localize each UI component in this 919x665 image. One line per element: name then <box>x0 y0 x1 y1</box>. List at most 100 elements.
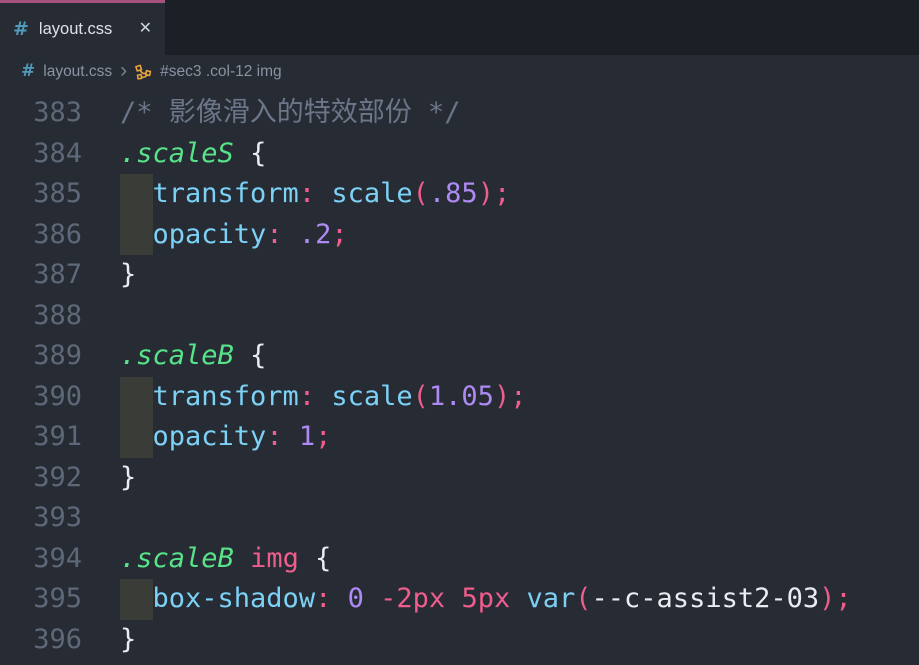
css-file-icon: # <box>13 20 29 39</box>
code-line[interactable]: 389 .scaleB { <box>0 336 919 377</box>
code-line[interactable]: 384 .scaleS { <box>0 134 919 175</box>
code-line[interactable]: 388 <box>0 296 919 337</box>
code-line-content[interactable]: opacity: .2; <box>120 215 348 256</box>
code-token: ) <box>478 178 494 209</box>
code-line-content[interactable]: transform: scale(.85); <box>120 174 510 215</box>
code-token <box>234 138 250 169</box>
css-rule-symbol-icon <box>135 64 152 81</box>
tab-label: layout.css <box>39 20 112 39</box>
code-token: } <box>120 462 136 493</box>
line-number[interactable]: 396 <box>0 620 82 661</box>
line-number[interactable]: 383 <box>0 93 82 134</box>
selected-whitespace <box>120 377 153 418</box>
code-token <box>299 543 315 574</box>
line-number[interactable]: 392 <box>0 458 82 499</box>
line-number[interactable]: 395 <box>0 579 82 620</box>
code-line-content[interactable]: } <box>120 620 136 661</box>
code-line[interactable]: 394 .scaleB img { <box>0 539 919 580</box>
line-number[interactable]: 384 <box>0 134 82 175</box>
code-token: ) <box>494 381 510 412</box>
code-token: ) <box>819 583 835 614</box>
selected-whitespace <box>120 174 153 215</box>
code-token <box>234 543 250 574</box>
code-token: ; <box>835 583 851 614</box>
close-icon[interactable]: ✕ <box>139 21 152 37</box>
code-token: opacity <box>153 421 267 452</box>
code-token: transform <box>153 381 299 412</box>
breadcrumb-file[interactable]: layout.css <box>43 63 112 81</box>
code-token: ; <box>315 421 331 452</box>
code-line-content[interactable]: } <box>120 255 136 296</box>
code-token: ( <box>575 583 591 614</box>
line-number[interactable]: 394 <box>0 539 82 580</box>
code-line-content[interactable]: box-shadow: 0 -2px 5px var(--c-assist2-0… <box>120 579 852 620</box>
code-token: ; <box>510 381 526 412</box>
code-line-content[interactable]: .scaleS { <box>120 134 266 175</box>
code-token <box>364 583 380 614</box>
code-token: /* 影像滑入的特效部份 */ <box>120 97 461 128</box>
code-token: img <box>250 543 299 574</box>
code-token <box>510 583 526 614</box>
tab-layout-css[interactable]: # layout.css ✕ <box>0 0 165 55</box>
code-token: var <box>526 583 575 614</box>
line-number[interactable]: 390 <box>0 377 82 418</box>
line-number[interactable]: 391 <box>0 417 82 458</box>
chevron-right-icon: › <box>120 60 127 81</box>
code-token: : <box>299 381 315 412</box>
code-token <box>283 421 299 452</box>
code-token: .2 <box>299 219 332 250</box>
code-line[interactable]: 386 opacity: .2; <box>0 215 919 256</box>
code-token: 1.05 <box>429 381 494 412</box>
code-token: -2px <box>380 583 445 614</box>
code-token: .scaleB <box>120 340 234 371</box>
code-token: box-shadow <box>153 583 316 614</box>
line-number[interactable]: 388 <box>0 296 82 337</box>
code-line-content[interactable]: .scaleB { <box>120 336 266 377</box>
code-token: --c-assist2-03 <box>592 583 820 614</box>
code-token <box>315 178 331 209</box>
code-line[interactable]: 395 box-shadow: 0 -2px 5px var(--c-assis… <box>0 579 919 620</box>
code-editor[interactable]: 383/* 影像滑入的特效部份 */384.scaleS {385 transf… <box>0 88 919 665</box>
line-number[interactable]: 387 <box>0 255 82 296</box>
selected-whitespace <box>120 417 153 458</box>
code-line-content[interactable]: } <box>120 458 136 499</box>
code-token: 5px <box>461 583 510 614</box>
tab-bar: # layout.css ✕ <box>0 0 919 55</box>
code-token: opacity <box>153 219 267 250</box>
code-line[interactable]: 393 <box>0 498 919 539</box>
code-line[interactable]: 396} <box>0 620 919 661</box>
code-line-content[interactable]: .scaleB img { <box>120 539 331 580</box>
code-line-content[interactable]: transform: scale(1.05); <box>120 377 526 418</box>
code-token: scale <box>331 381 412 412</box>
code-token: ( <box>413 178 429 209</box>
breadcrumb-symbol[interactable]: #sec3 .col-12 img <box>160 63 281 81</box>
selected-whitespace <box>120 579 153 620</box>
code-token <box>234 340 250 371</box>
code-token: .85 <box>429 178 478 209</box>
code-line-content[interactable]: /* 影像滑入的特效部份 */ <box>120 93 461 134</box>
code-line[interactable]: 390 transform: scale(1.05); <box>0 377 919 418</box>
code-token: 1 <box>299 421 315 452</box>
code-token: ; <box>494 178 510 209</box>
code-token <box>283 219 299 250</box>
code-line[interactable]: 392} <box>0 458 919 499</box>
code-token: ( <box>413 381 429 412</box>
code-line[interactable]: 385 transform: scale(.85); <box>0 174 919 215</box>
code-token: { <box>315 543 331 574</box>
code-line[interactable]: 383 /* 影像滑入的特效部份 */ <box>0 93 919 134</box>
code-token: : <box>299 178 315 209</box>
line-number[interactable]: 386 <box>0 215 82 256</box>
code-token: { <box>250 138 266 169</box>
code-line-content[interactable]: opacity: 1; <box>120 417 331 458</box>
line-number[interactable]: 389 <box>0 336 82 377</box>
code-lines: 383/* 影像滑入的特效部份 */384.scaleS {385 transf… <box>0 93 919 660</box>
code-token <box>315 381 331 412</box>
code-line[interactable]: 387} <box>0 255 919 296</box>
code-token <box>445 583 461 614</box>
code-token <box>331 583 347 614</box>
code-line[interactable]: 391 opacity: 1; <box>0 417 919 458</box>
line-number[interactable]: 385 <box>0 174 82 215</box>
code-token: 0 <box>348 583 364 614</box>
line-number[interactable]: 393 <box>0 498 82 539</box>
code-token: : <box>315 583 331 614</box>
